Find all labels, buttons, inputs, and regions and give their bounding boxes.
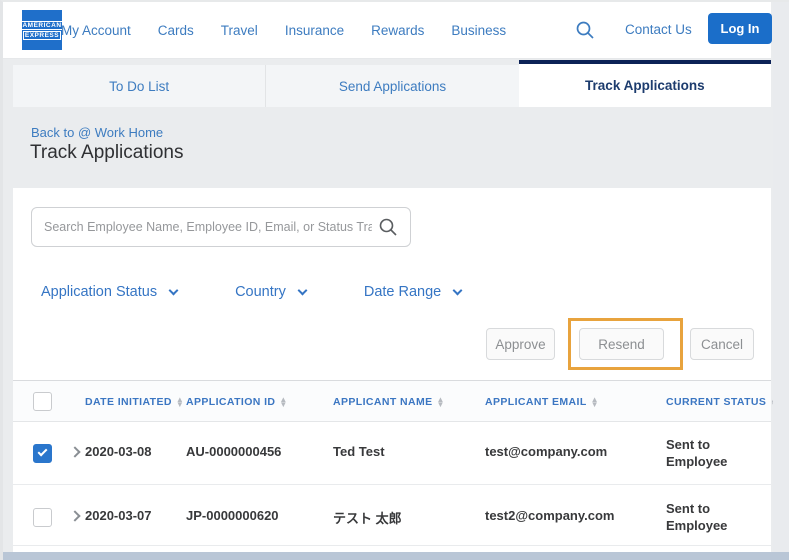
cell-current-status: Sent to Employee <box>666 501 728 533</box>
amex-logo[interactable]: AMERICAN EXPRESS <box>20 10 64 50</box>
amex-logo-line2: EXPRESS <box>22 30 62 40</box>
filter-application-status[interactable]: Application Status <box>41 284 179 300</box>
nav-links: My Account Cards Travel Insurance Reward… <box>61 2 506 58</box>
filter-label: Application Status <box>41 284 158 300</box>
select-all-checkbox[interactable] <box>33 392 52 411</box>
cell-applicant-email: test2@company.com <box>485 508 615 523</box>
column-header-current-status[interactable]: CURRENT STATUS ▲▼ <box>666 381 779 423</box>
cell-application-id: AU-0000000456 <box>186 444 282 459</box>
search-box <box>31 207 411 247</box>
table-row: 2020-03-08 AU-0000000456 Ted Test test@c… <box>13 422 771 485</box>
search-icon[interactable] <box>575 20 595 40</box>
tab-label: Track Applications <box>585 78 705 93</box>
cell-date-initiated: 2020-03-07 <box>85 508 152 523</box>
nav-item-rewards[interactable]: Rewards <box>371 23 424 38</box>
cell-current-status: Sent to Employee <box>666 437 728 469</box>
nav-item-cards[interactable]: Cards <box>158 23 194 38</box>
sort-icon: ▲▼ <box>175 395 185 409</box>
column-header-application-id[interactable]: APPLICATION ID ▲ ▼ <box>186 381 288 423</box>
chevron-down-icon <box>168 285 179 295</box>
check-icon <box>37 446 48 457</box>
cell-application-id: JP-0000000620 <box>186 508 279 523</box>
filter-row: Application Status Country Date Range <box>41 284 463 300</box>
sort-icon: ▲▼ <box>279 395 288 409</box>
resend-button[interactable]: Resend <box>579 328 664 360</box>
cancel-button[interactable]: Cancel <box>690 328 754 360</box>
breadcrumb-back-link[interactable]: Back to @ Work Home <box>31 125 163 140</box>
cell-applicant-name: テスト 太郎 <box>333 511 402 526</box>
sort-icon: ▲▼ <box>590 395 599 409</box>
contact-us-link[interactable]: Contact Us <box>625 22 692 37</box>
filter-country[interactable]: Country <box>235 284 308 300</box>
tab-track-applications[interactable]: Track Applications <box>518 60 771 107</box>
tab-send-applications[interactable]: Send Applications <box>265 65 519 107</box>
expand-row-chevron-icon[interactable] <box>69 510 81 522</box>
search-input[interactable] <box>44 220 372 234</box>
row-checkbox[interactable] <box>33 508 52 527</box>
tab-label: To Do List <box>109 78 170 94</box>
filter-label: Date Range <box>363 284 442 300</box>
approve-button[interactable]: Approve <box>486 328 555 360</box>
nav-item-business[interactable]: Business <box>451 23 506 38</box>
cell-applicant-name: Ted Test <box>333 444 385 459</box>
nav-item-travel[interactable]: Travel <box>221 23 258 38</box>
column-header-applicant-email[interactable]: APPLICANT EMAIL ▲ ▼ <box>485 381 599 423</box>
search-submit-icon[interactable] <box>378 217 398 237</box>
tab-bar: To Do List Send Applications Track Appli… <box>13 60 771 107</box>
table-row: 2020-03-07 JP-0000000620 テスト 太郎 test2@co… <box>13 486 771 546</box>
cell-applicant-email: test@company.com <box>485 444 608 459</box>
amex-logo-line1: AMERICAN <box>20 20 64 30</box>
chevron-down-icon <box>452 285 463 295</box>
nav-item-my-account[interactable]: My Account <box>61 23 131 38</box>
sort-icon: ▲▼ <box>436 395 445 409</box>
column-header-date-initiated[interactable]: DATE INITIATED ▲ ▼ <box>85 381 184 423</box>
chevron-down-icon <box>297 285 308 295</box>
tab-label: Send Applications <box>338 78 447 94</box>
table-header: DATE INITIATED ▲ ▼ APPLICATION ID ▲ ▼ APPL… <box>13 380 778 423</box>
login-button[interactable]: Log In <box>708 13 772 44</box>
content-card: Application Status Country Date Range Ap… <box>13 188 778 554</box>
row-checkbox[interactable] <box>33 444 52 463</box>
app-window: AMERICAN EXPRESS My Account Cards Travel… <box>0 0 789 560</box>
expand-row-chevron-icon[interactable] <box>69 446 81 458</box>
nav-item-insurance[interactable]: Insurance <box>285 23 344 38</box>
top-nav: AMERICAN EXPRESS My Account Cards Travel… <box>3 2 772 59</box>
column-header-applicant-name[interactable]: APPLICANT NAME ▲ ▼ <box>333 381 445 423</box>
filter-date-range[interactable]: Date Range <box>363 284 463 300</box>
filter-label: Country <box>235 284 286 300</box>
tab-to-do-list[interactable]: To Do List <box>13 65 266 107</box>
window-bottom-edge <box>3 552 789 560</box>
page-title: Track Applications <box>30 142 184 163</box>
scrollbar-track[interactable] <box>773 2 789 554</box>
cell-date-initiated: 2020-03-08 <box>85 444 152 459</box>
